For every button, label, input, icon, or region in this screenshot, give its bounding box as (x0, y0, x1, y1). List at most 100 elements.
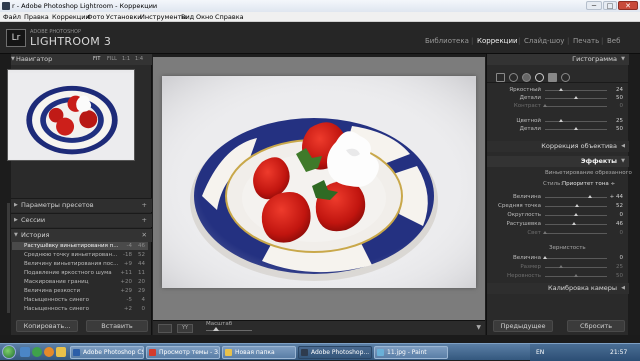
quicklaunch-icon[interactable] (32, 347, 42, 357)
menu-settings[interactable]: Установки (106, 12, 142, 22)
filmstrip-collapsed[interactable] (0, 335, 640, 343)
slider-value[interactable]: 0 (620, 102, 624, 110)
slider-track[interactable] (545, 267, 607, 268)
zoom-1-4[interactable]: 1:4 (135, 54, 143, 65)
slider-value[interactable]: 50 (616, 125, 623, 133)
slider-thumb[interactable] (588, 195, 592, 198)
history-section[interactable]: ▼ История ✕ (11, 228, 152, 242)
slider-thumb[interactable] (574, 274, 578, 277)
slider-thumb[interactable] (543, 256, 547, 259)
previous-button[interactable]: Предыдущее (493, 320, 553, 332)
history-item[interactable]: Растушёвку виньетирования п... -4 46 (12, 242, 148, 250)
start-button[interactable] (2, 345, 16, 359)
taskbar-task[interactable]: Adobe Photoshop CS4 (70, 346, 144, 359)
menu-develop[interactable]: Коррекции (52, 12, 90, 22)
effects-header[interactable]: Эффекты ▼ (487, 156, 629, 167)
slider-value[interactable]: 0 (620, 229, 624, 237)
module-library[interactable]: Библиотека (425, 37, 469, 45)
slider-track[interactable] (545, 121, 607, 122)
slider-track[interactable] (545, 233, 607, 234)
slider-thumb[interactable] (575, 204, 579, 207)
slider-thumb[interactable] (574, 213, 578, 216)
graduated-filter-tool-icon[interactable] (548, 73, 557, 82)
close-button[interactable]: ✕ (618, 1, 638, 10)
slider-track[interactable] (545, 90, 607, 91)
quicklaunch-icon[interactable] (20, 347, 30, 357)
loupe-view-button[interactable] (158, 324, 172, 333)
menu-photo[interactable]: Фото (87, 12, 104, 22)
add-session-icon[interactable]: + (142, 214, 147, 227)
reset-button[interactable]: Сбросить (567, 320, 625, 332)
slider-value[interactable]: 24 (616, 86, 623, 94)
module-develop[interactable]: Коррекции (477, 37, 518, 45)
copy-button[interactable]: Копировать... (16, 320, 78, 332)
camera-calibration-header[interactable]: Калибровка камеры ◀ (487, 283, 629, 294)
module-print[interactable]: Печать (573, 37, 599, 45)
clock[interactable]: 21:57 (610, 349, 627, 356)
slider-track[interactable] (545, 258, 607, 259)
zoom-slider-thumb[interactable] (213, 327, 219, 331)
toolbar-menu-icon[interactable]: ▼ (476, 324, 481, 331)
compare-view-button[interactable]: YY (177, 324, 193, 333)
menu-tools[interactable]: Инструменты (140, 12, 187, 22)
taskbar-task[interactable]: Adobe Photoshop... (298, 346, 372, 359)
zoom-fit[interactable]: FIT (93, 54, 100, 65)
language-indicator[interactable]: EN (536, 349, 544, 356)
paste-button[interactable]: Вставить (86, 320, 148, 332)
right-panel-toggle[interactable] (628, 54, 640, 335)
lens-corrections-header[interactable]: Коррекция объектива ◀ (487, 141, 629, 152)
menu-file[interactable]: Файл (3, 12, 21, 22)
history-item[interactable]: Насыщенность синего +2 0 (12, 305, 148, 313)
crop-tool-icon[interactable] (509, 73, 518, 82)
history-item[interactable]: Величина резкости +29 29 (12, 287, 148, 295)
navigator-preview[interactable] (7, 69, 135, 161)
vignette-style-select[interactable]: Приоритет тона ÷ (562, 181, 615, 187)
slider-track[interactable] (545, 106, 607, 107)
quicklaunch-icon[interactable] (44, 347, 54, 357)
slider-thumb[interactable] (543, 231, 547, 234)
slider-value[interactable]: 0 (620, 211, 624, 219)
slider-value[interactable]: 25 (616, 117, 623, 125)
adjustment-brush-tool-icon[interactable] (561, 73, 570, 82)
slider-thumb[interactable] (572, 222, 576, 225)
slider-value[interactable]: 0 (620, 254, 624, 262)
slider-thumb[interactable] (543, 104, 547, 107)
spot-removal-tool-icon[interactable] (522, 73, 531, 82)
history-item[interactable]: Величину виньетирования пос... +9 44 (12, 260, 148, 268)
slider-track[interactable] (545, 197, 607, 198)
history-close-icon[interactable]: ✕ (142, 229, 147, 242)
slider-value[interactable]: 25 (616, 263, 623, 271)
history-item[interactable]: Маскирование границ +20 20 (12, 278, 148, 286)
minimize-button[interactable]: ─ (586, 1, 602, 10)
slider-thumb[interactable] (574, 127, 578, 130)
history-item[interactable]: Насыщенность синего -5 4 (12, 296, 148, 304)
main-photo[interactable] (162, 76, 476, 288)
menu-window[interactable]: Окно (196, 12, 213, 22)
taskbar-task[interactable]: Просмотр темы - З... (146, 346, 220, 359)
slider-value[interactable]: 50 (616, 94, 623, 102)
history-item[interactable]: Среднюю точку виньетирован... -18 52 (12, 251, 148, 259)
taskbar-task[interactable]: Новая папка (222, 346, 296, 359)
zoom-1-1[interactable]: 1:1 (122, 54, 130, 65)
slider-thumb[interactable] (574, 96, 578, 99)
sessions-section[interactable]: ▶ Сессии + (11, 213, 152, 227)
history-item[interactable]: Подавление яркостного шума +11 11 (12, 269, 148, 277)
grid-overlay-tool-icon[interactable] (496, 73, 505, 82)
module-slideshow[interactable]: Слайд-шоу (524, 37, 564, 45)
menu-help[interactable]: Справка (215, 12, 244, 22)
slider-value[interactable]: 50 (616, 272, 623, 280)
slider-value[interactable]: 46 (616, 220, 623, 228)
zoom-fill[interactable]: FILL (107, 54, 117, 65)
histogram-header[interactable]: Гистограмма ▼ (487, 54, 629, 65)
slider-value[interactable]: 52 (616, 202, 623, 210)
maximize-button[interactable]: □ (603, 1, 617, 10)
quicklaunch-icon[interactable] (56, 347, 66, 357)
history-scrollbar[interactable] (7, 203, 10, 313)
red-eye-tool-icon[interactable] (535, 73, 544, 82)
slider-thumb[interactable] (559, 88, 563, 91)
slider-track[interactable] (545, 224, 607, 225)
menu-view[interactable]: Вид (181, 12, 194, 22)
presets-section[interactable]: ▶ Параметры пресетов + (11, 198, 152, 212)
slider-value[interactable]: + 44 (610, 193, 623, 201)
taskbar-task[interactable]: 11.jpg - Paint (374, 346, 448, 359)
